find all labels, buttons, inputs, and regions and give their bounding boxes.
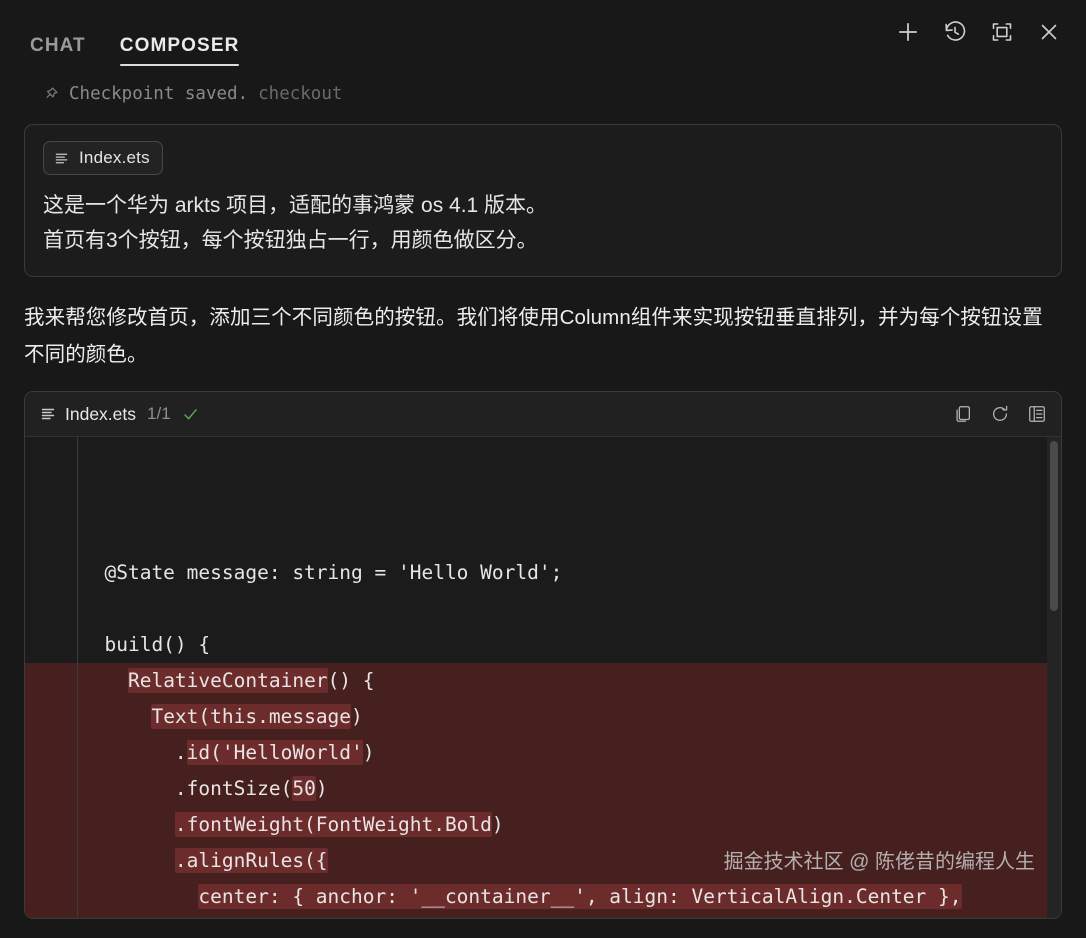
code-diff-highlight: center: { anchor: '__container__', align… [198,884,961,909]
copy-icon[interactable] [953,404,973,424]
code-text [81,849,175,872]
code-diff-highlight: .fontWeight(FontWeight.Bold [175,812,492,837]
plus-icon[interactable] [895,19,921,45]
code-line: build() { [25,627,1061,663]
code-text [81,705,151,728]
code-scrollbar[interactable] [1047,437,1061,918]
code-block-count: 1/1 [147,404,171,424]
code-line: .fontWeight(FontWeight.Bold) [25,807,1061,843]
maximize-icon[interactable] [989,19,1015,45]
code-diff-highlight: 50 [292,776,315,801]
code-body: @State message: string = 'Hello World'; … [25,437,1061,918]
panel-icon[interactable] [1027,404,1047,424]
header-actions [895,19,1062,47]
code-line: @State message: string = 'Hello World'; [25,555,1061,591]
code-block-header: Index.ets 1/1 [25,392,1061,437]
user-message-line: 首页有3个按钮，每个按钮独占一行，用颜色做区分。 [43,223,1043,258]
code-diff-highlight: .alignRules({ [175,848,328,873]
assistant-message-text: 我来帮您修改首页，添加三个不同颜色的按钮。我们将使用Column组件来实现按钮垂… [24,299,1062,373]
code-line [25,591,1061,627]
code-text: ) [351,705,363,728]
tab-chat[interactable]: CHAT [30,36,86,66]
code-diff-highlight: id('HelloWorld' [187,740,363,765]
composer-panel: CHAT COMPOSER [0,0,1086,938]
pin-icon [42,86,59,103]
panel-header: CHAT COMPOSER [0,0,1086,66]
code-text: () { [328,669,375,692]
close-icon[interactable] [1036,19,1062,45]
code-diff-highlight: RelativeContainer [128,668,328,693]
code-block-check-icon [182,406,199,423]
tab-bar: CHAT COMPOSER [30,0,239,66]
history-icon[interactable] [942,19,968,45]
code-block-filename[interactable]: Index.ets [65,404,136,425]
code-scrollbar-thumb[interactable] [1050,441,1058,611]
code-block-actions [953,404,1047,424]
user-message-bubble: Index.ets 这是一个华为 arkts 项目，适配的事鸿蒙 os 4.1 … [24,124,1062,277]
code-lines: @State message: string = 'Hello World'; … [25,545,1061,918]
attached-file-name: Index.ets [79,148,150,168]
code-text: build() { [81,633,210,656]
code-text: ) [363,741,375,764]
lines-icon [40,406,56,422]
checkpoint-checkout-link[interactable]: checkout [258,84,342,104]
code-text [81,813,175,836]
code-line: .alignRules({ [25,843,1061,879]
code-diff-highlight: Text(this.message [151,704,351,729]
lines-icon [54,151,69,166]
code-text: @State message: string = 'Hello World'; [81,561,562,584]
refresh-icon[interactable] [990,404,1010,424]
code-line: RelativeContainer() { [25,663,1061,699]
user-message-line: 这是一个华为 arkts 项目，适配的事鸿蒙 os 4.1 版本。 [43,188,1043,223]
code-line: Text(this.message) [25,699,1061,735]
code-text: ) [316,777,328,800]
code-line: center: { anchor: '__container__', align… [25,879,1061,915]
code-text [81,669,128,692]
tab-composer[interactable]: COMPOSER [120,36,240,66]
code-line: .fontSize(50) [25,771,1061,807]
code-text: . [81,741,187,764]
checkpoint-row: Checkpoint saved. checkout [0,66,1086,118]
attached-file-chip[interactable]: Index.ets [43,141,163,175]
code-line: middle: { anchor: '__container__', align… [25,915,1061,918]
code-text [81,885,198,908]
code-block: Index.ets 1/1 [24,391,1062,919]
user-message-text: 这是一个华为 arkts 项目，适配的事鸿蒙 os 4.1 版本。 首页有3个按… [43,188,1043,258]
code-text: ) [492,813,504,836]
code-line: .id('HelloWorld') [25,735,1061,771]
code-text: .fontSize( [81,777,292,800]
checkpoint-label: Checkpoint saved. [69,84,248,104]
